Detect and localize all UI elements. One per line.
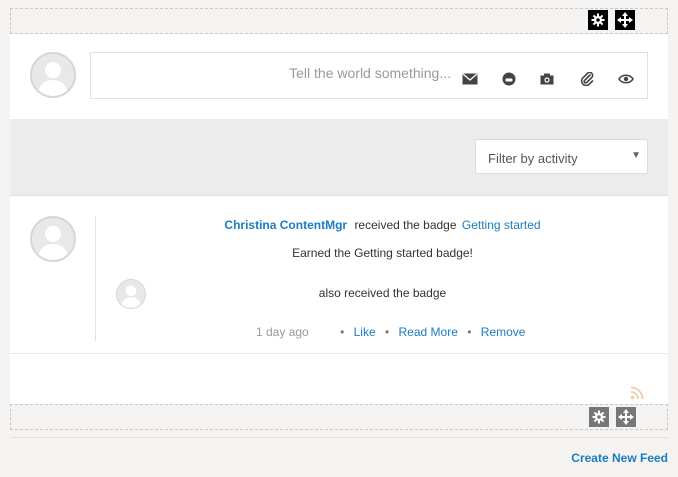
status-input[interactable] [161,65,451,81]
separator: • [467,325,472,339]
composer-row [10,34,668,119]
like-link[interactable]: Like [354,325,376,339]
envelope-icon[interactable] [461,72,479,86]
badge-link[interactable]: Getting started [462,218,541,232]
post-author-avatar[interactable] [30,216,76,262]
paperclip-icon[interactable] [578,72,596,86]
chevron-down-icon: ▼ [631,150,641,161]
also-received-text: also received the badge [318,286,447,300]
bottom-drop-zone [10,404,668,430]
create-new-feed-link[interactable]: Create New Feed [571,451,668,465]
camera-icon[interactable] [538,72,556,86]
avatar [30,52,76,98]
activity-post: Christina ContentMgr received the badge … [10,196,668,354]
post-action-text: received the badge [354,218,457,232]
gear-icon[interactable] [589,407,609,427]
remove-link[interactable]: Remove [481,325,526,339]
footer-divider [10,437,668,438]
filter-selected-value: Filter by activity [488,151,578,166]
gear-icon[interactable] [588,10,608,30]
separator: • [384,325,390,339]
activity-filter-select[interactable]: Filter by activity ▼ [475,139,648,174]
post-headline: Christina ContentMgr received the badge … [110,218,655,232]
read-more-link[interactable]: Read More [399,325,458,339]
eye-icon[interactable] [617,72,635,86]
move-icon[interactable] [616,407,636,427]
rss-icon[interactable] [630,386,644,403]
post-body: Earned the Getting started badge! [292,246,473,260]
post-thread-line [95,216,96,341]
filter-bar: Filter by activity ▼ [10,119,668,196]
post-actions: 1 day ago • Like • Read More • Remove [256,325,525,339]
post-timestamp: 1 day ago [256,325,309,339]
composer-box [90,52,648,99]
emoji-icon[interactable] [500,72,518,86]
top-drop-zone [10,8,668,34]
activity-feed-card: Filter by activity ▼ Christina ContentMg… [10,34,668,404]
author-link[interactable]: Christina ContentMgr [224,218,347,232]
separator: • [340,325,345,339]
move-icon[interactable] [615,10,635,30]
